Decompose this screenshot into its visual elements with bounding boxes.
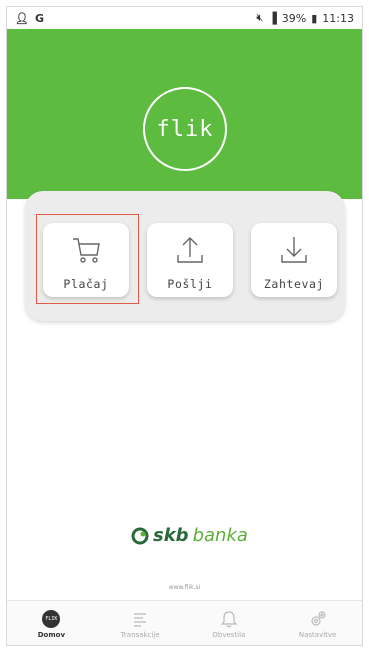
bell-icon <box>220 610 238 627</box>
person-icon: 👤︎ <box>15 11 29 25</box>
selection-highlight <box>36 214 139 304</box>
status-bar: 👤︎ G 🔇︎ ▐ 39% ▮ 11:13 <box>7 7 362 29</box>
request-label: Zahtevaj <box>263 277 325 291</box>
clock: 11:13 <box>322 11 354 25</box>
flik-logo: flik <box>143 87 227 171</box>
phone-screen: 👤︎ G 🔇︎ ▐ 39% ▮ 11:13 flik Plačaj Pošlji… <box>6 6 363 646</box>
nav-label-notifications: Obvestila <box>212 630 246 639</box>
request-button[interactable]: Zahtevaj <box>251 223 337 297</box>
upload-icon <box>177 237 203 263</box>
status-right: 🔇︎ ▐ 39% ▮ 11:13 <box>256 11 354 25</box>
download-icon <box>281 237 307 263</box>
battery-level: 39% <box>281 11 307 25</box>
bank-name-light: banka <box>192 525 248 546</box>
nav-label-transactions: Transakcije <box>120 630 160 639</box>
bottom-nav: FLIK Domov Transakcije Obvestila Nastavi… <box>7 600 362 645</box>
status-left: 👤︎ G <box>15 12 44 25</box>
gear-icon <box>311 610 326 626</box>
nav-item-home[interactable]: FLIK Domov <box>7 601 96 645</box>
bank-name-bold: skb <box>153 525 189 546</box>
send-button[interactable]: Pošlji <box>147 223 233 297</box>
skb-mark-icon <box>131 527 149 544</box>
send-label: Pošlji <box>167 277 213 291</box>
nav-item-settings[interactable]: Nastavitve <box>273 601 362 645</box>
nav-label-settings: Nastavitve <box>298 630 337 639</box>
nav-label-home: Domov <box>37 630 66 639</box>
google-icon: G <box>34 11 44 25</box>
mute-icon: 🔇︎ <box>256 11 264 24</box>
flik-logo-text: flik <box>156 116 214 142</box>
skb-banka-logo: skb banka <box>131 525 248 546</box>
website-link[interactable]: www.flik.si <box>7 584 362 591</box>
nav-item-transactions[interactable]: Transakcije <box>96 601 185 645</box>
flik-icon: FLIK <box>42 609 61 628</box>
signal-icon: ▐ <box>268 11 277 25</box>
list-icon <box>134 612 147 627</box>
battery-icon: ▮ <box>311 11 318 25</box>
hero-banner: flik <box>7 29 362 199</box>
nav-item-notifications[interactable]: Obvestila <box>185 601 274 645</box>
